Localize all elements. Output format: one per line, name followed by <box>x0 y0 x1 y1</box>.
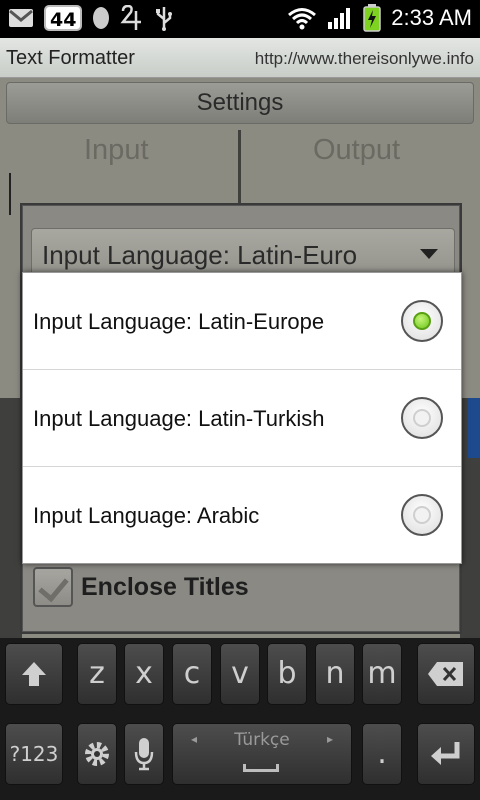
microphone-icon <box>134 738 154 771</box>
key-x[interactable]: x <box>124 643 164 705</box>
battery-charging-icon <box>363 4 382 32</box>
text-cursor <box>9 173 11 215</box>
option-label: Input Language: Latin-Europe <box>33 309 325 334</box>
background-accent-strip <box>468 398 480 458</box>
settings-key[interactable] <box>77 723 117 785</box>
settings-button[interactable]: Settings <box>6 82 474 124</box>
egg-icon <box>92 4 110 32</box>
jupiter-symbol-icon <box>120 4 144 32</box>
radio-button-selected[interactable] <box>401 300 443 342</box>
key-m[interactable]: m <box>362 643 402 705</box>
enclose-titles-row[interactable]: Enclose Titles <box>33 564 249 610</box>
key-v[interactable]: v <box>220 643 260 705</box>
space-bar-icon <box>243 764 279 772</box>
app-url: http://www.thereisonlywe.info <box>254 49 474 68</box>
space-language-label: Türkçe <box>234 730 290 750</box>
enter-key[interactable] <box>417 723 475 785</box>
io-divider <box>238 130 241 208</box>
soft-keyboard: z x c v b n m ?123 ◂ Türkçe ▸ . <box>0 638 480 800</box>
language-next-arrow-icon: ▸ <box>326 732 333 746</box>
option-latin-europe[interactable]: Input Language: Latin-Europe <box>23 273 461 370</box>
input-tab-label[interactable]: Input <box>84 134 149 167</box>
gear-icon <box>85 742 109 766</box>
usb-icon <box>154 4 174 32</box>
shift-icon <box>22 662 46 686</box>
enter-icon <box>431 742 460 765</box>
status-notifications: 44 <box>8 4 174 32</box>
input-language-dialog: Input Language: Latin-Europe Input Langu… <box>22 272 462 564</box>
voice-input-key[interactable] <box>124 723 164 785</box>
option-label: Input Language: Latin-Turkish <box>33 406 325 431</box>
background-edge-left <box>0 398 22 638</box>
backspace-icon <box>428 662 463 686</box>
key-z[interactable]: z <box>77 643 117 705</box>
wifi-icon <box>287 4 317 32</box>
dropdown-arrow-icon <box>420 249 438 259</box>
app-title: Text Formatter <box>6 47 135 69</box>
period-key[interactable]: . <box>362 723 402 785</box>
radio-button[interactable] <box>401 494 443 536</box>
key-b[interactable]: b <box>267 643 307 705</box>
enclose-titles-label: Enclose Titles <box>81 572 249 601</box>
option-arabic[interactable]: Input Language: Arabic <box>23 467 461 564</box>
radio-button[interactable] <box>401 397 443 439</box>
notification-count-badge: 44 <box>44 5 83 31</box>
symbols-key[interactable]: ?123 <box>5 723 63 785</box>
status-bar: 44 2:33 AM <box>0 0 480 38</box>
radio-dot <box>413 409 431 427</box>
gmail-icon <box>8 4 34 32</box>
shift-key[interactable] <box>5 643 63 705</box>
output-tab-label[interactable]: Output <box>313 134 400 167</box>
app-title-bar: Text Formatter http://www.thereisonlywe.… <box>0 38 480 78</box>
key-n[interactable]: n <box>315 643 355 705</box>
option-label: Input Language: Arabic <box>33 503 260 528</box>
status-system: 2:33 AM <box>287 4 472 32</box>
option-latin-turkish[interactable]: Input Language: Latin-Turkish <box>23 370 461 467</box>
backspace-key[interactable] <box>417 643 475 705</box>
status-time: 2:33 AM <box>391 5 472 30</box>
enclose-titles-checkbox[interactable] <box>33 567 73 607</box>
radio-dot <box>413 506 431 524</box>
key-c[interactable]: c <box>172 643 212 705</box>
input-language-spinner-text: Input Language: Latin-Euro <box>42 240 358 270</box>
radio-dot <box>413 312 431 330</box>
space-key[interactable]: ◂ Türkçe ▸ <box>172 723 352 785</box>
signal-strength-icon <box>327 4 353 32</box>
